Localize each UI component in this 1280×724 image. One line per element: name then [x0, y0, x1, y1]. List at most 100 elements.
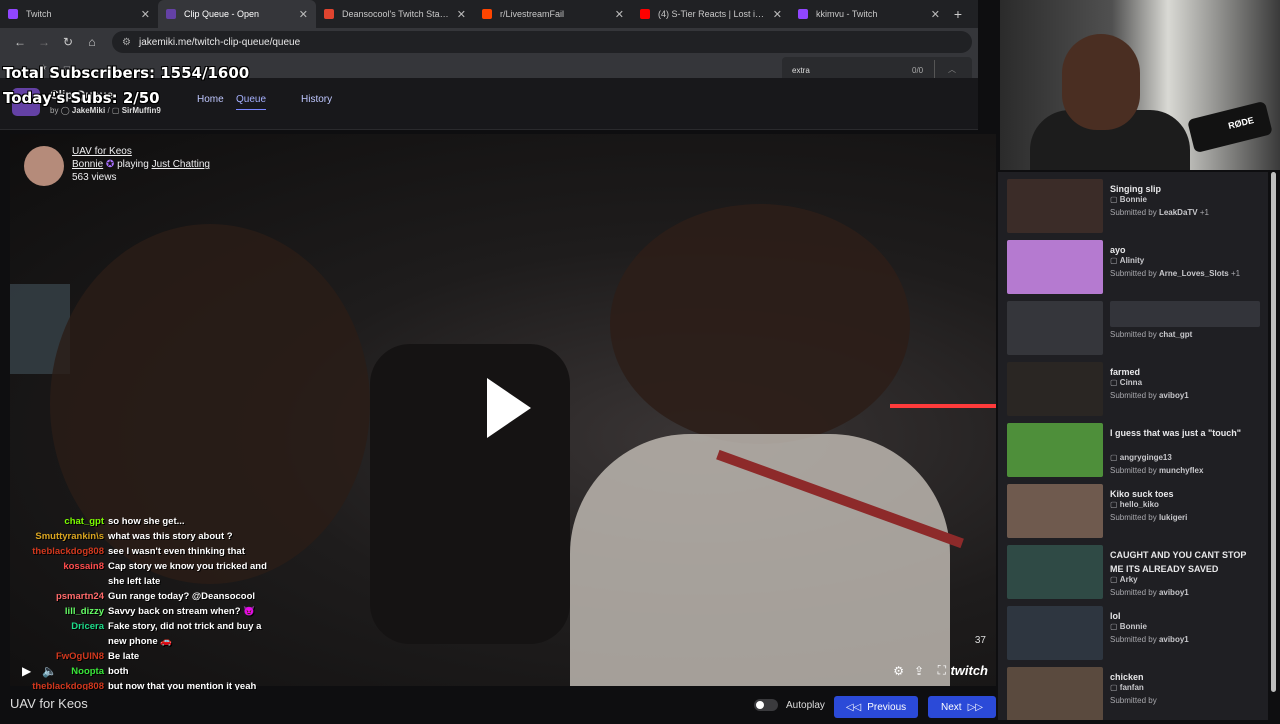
queue-item[interactable]: chicken ▢ fanfan Submitted by — [1007, 667, 1265, 720]
category-link[interactable]: Just Chatting — [152, 159, 210, 170]
submitter-name: lukigeri — [1158, 513, 1188, 522]
tab-title: r/LivestreamFail — [500, 9, 565, 19]
queue-item-streamer-name: fanfan — [1119, 683, 1144, 692]
find-prev-icon[interactable]: ︿ — [948, 64, 956, 75]
close-icon[interactable]: ✕ — [299, 8, 308, 21]
forward-icon[interactable]: → — [32, 35, 56, 49]
submitter-name: Arne_Loves_Slots — [1158, 269, 1229, 278]
queue-item[interactable]: farmed ▢ Cinna Submitted by aviboy1 — [1007, 362, 1265, 418]
queue-item[interactable]: ayo ▢ Alinity Submitted by Arne_Loves_Slot… — [1007, 240, 1265, 296]
home-icon[interactable]: ⌂ — [80, 35, 104, 49]
queue-item-thumbnail[interactable] — [1007, 362, 1103, 416]
site-info-icon[interactable]: ⚙ — [122, 37, 131, 48]
chat-text: Gun range today? @Deansocool — [108, 591, 256, 602]
browser-tab[interactable]: Clip Queue - Open ✕ — [158, 0, 316, 28]
close-icon[interactable]: ✕ — [615, 8, 624, 21]
close-icon[interactable]: ✕ — [141, 8, 150, 21]
video-counter: 37 — [974, 635, 986, 646]
author-link-2[interactable]: SirMuffin9 — [122, 106, 161, 115]
chat-text: both — [108, 666, 129, 677]
queue-item-streamer-name: hello_kiko — [1119, 500, 1159, 509]
find-input[interactable]: extra — [792, 66, 810, 75]
streamer-link[interactable]: Bonnie — [72, 159, 103, 170]
queue-item-title: CAUGHT AND YOU CANT STOP ME ITS ALREADY … — [1110, 550, 1247, 574]
submitted-by-label: Submitted by — [1110, 391, 1157, 400]
chat-bubble-icon: ▢ — [1110, 256, 1118, 265]
clip-title-link[interactable]: UAV for Keos — [72, 146, 132, 157]
play-icon[interactable] — [487, 378, 531, 438]
queue-item[interactable]: lol ▢ Bonnie Submitted by aviboy1 — [1007, 606, 1265, 662]
queue-item-thumbnail[interactable] — [1007, 423, 1103, 477]
queue-item-thumbnail[interactable] — [1007, 606, 1103, 660]
reddit-icon — [482, 9, 492, 19]
autoplay-label: Autoplay — [786, 700, 825, 711]
settings-icon[interactable]: ⚙ — [893, 664, 904, 678]
fullscreen-icon[interactable]: ⛶ — [938, 663, 946, 678]
nav-history[interactable]: History — [301, 94, 332, 105]
chat-message: psmartn24 Gun range today? @Deansocool — [10, 589, 272, 604]
queue-controls: UAV for Keos Autoplay ◁◁ Previous Next ▷… — [0, 690, 1000, 720]
submitted-by-label: Submitted by — [1110, 635, 1157, 644]
queue-item-streamer: ▢ angryginge13 — [1110, 453, 1172, 462]
queue-item[interactable]: Kiko suck toes ▢ hello_kiko Submitted by l… — [1007, 484, 1265, 540]
nav-queue[interactable]: Queue — [236, 94, 267, 110]
chat-bubble-icon: ▢ — [1110, 378, 1118, 387]
browser-tab[interactable]: r/LivestreamFail ✕ — [474, 0, 632, 28]
nav-home[interactable]: Home — [197, 94, 224, 105]
close-icon[interactable]: ✕ — [931, 8, 940, 21]
share-icon[interactable]: ⇪ — [914, 664, 924, 678]
chat-message: theblackdog808 see I wasn't even thinking… — [10, 544, 272, 559]
queue-scrollbar[interactable] — [1268, 172, 1280, 720]
car-seat-shape — [370, 344, 570, 644]
queue-item[interactable]: CAUGHT AND YOU CANT STOP ME ITS ALREADY … — [1007, 545, 1265, 601]
submitter-name: aviboy1 — [1158, 635, 1189, 644]
browser-tab[interactable]: Twitch ✕ — [0, 0, 158, 28]
submitted-by-label: Submitted by — [1110, 330, 1157, 339]
chat-text: Cap story we know you tricked and she le… — [108, 561, 267, 587]
close-icon[interactable]: ✕ — [773, 8, 782, 21]
author-link-1[interactable]: JakeMiki — [72, 106, 105, 115]
previous-label: Previous — [867, 701, 907, 713]
github-icon: ◯ — [60, 106, 70, 115]
scrollbar-thumb[interactable] — [1271, 172, 1276, 692]
new-tab-icon[interactable]: + — [948, 6, 968, 22]
chat-message: Dricera Fake story, did not trick and buy… — [10, 619, 272, 649]
address-bar: ← → ↻ ⌂ ⚙ jakemiki.me/twitch-clip-queue/… — [0, 28, 978, 56]
twitch-icon — [8, 9, 18, 19]
submitted-by-label: Submitted by — [1110, 269, 1157, 278]
url-text: jakemiki.me/twitch-clip-queue/queue — [138, 36, 301, 48]
browser-tab[interactable]: kkimvu - Twitch ✕ — [790, 0, 948, 28]
site-authors: by ◯ JakeMiki / ▢ SirMuffin9 — [50, 106, 161, 115]
current-clip-title: UAV for Keos — [10, 696, 88, 711]
queue-item-placeholder — [1110, 301, 1260, 327]
submitter-name: chat_gpt — [1158, 330, 1193, 339]
queue-item[interactable]: Submitted by chat_gpt — [1007, 301, 1265, 357]
submitter-name: munchyflex — [1158, 466, 1204, 475]
close-icon[interactable]: ✕ — [457, 8, 466, 21]
queue-item-thumbnail[interactable] — [1007, 301, 1103, 355]
queue-item[interactable]: I guess that was just a "touch" ▢ angrygi… — [1007, 423, 1265, 479]
browser-tab[interactable]: Deansocool's Twitch Statistics ✕ — [316, 0, 474, 28]
queue-item-streamer-name: angryginge13 — [1119, 453, 1172, 462]
chat-username: FwOgUIN8 — [55, 651, 104, 662]
browser-tab[interactable]: (4) S-Tier Reacts | Lost in Miami ✕ — [632, 0, 790, 28]
autoplay-toggle[interactable] — [754, 699, 778, 711]
queue-item-thumbnail[interactable] — [1007, 667, 1103, 720]
queue-item-thumbnail[interactable] — [1007, 179, 1103, 233]
reload-icon[interactable]: ↻ — [56, 35, 80, 49]
twitch-logo[interactable]: twitch — [950, 663, 988, 678]
back-icon[interactable]: ← — [8, 35, 32, 49]
chat-message: chat_gpt so how she get... — [10, 514, 272, 529]
queue-item-thumbnail[interactable] — [1007, 484, 1103, 538]
queue-item-streamer: ▢ Cinna — [1110, 378, 1142, 387]
queue-item-thumbnail[interactable] — [1007, 240, 1103, 294]
queue-item[interactable]: Singing slip ▢ Bonnie Submitted by LeakDaT… — [1007, 179, 1265, 235]
next-button[interactable]: Next ▷▷ — [928, 696, 996, 718]
chat-text: what was this story about ? — [108, 531, 233, 542]
url-input[interactable]: ⚙ jakemiki.me/twitch-clip-queue/queue — [112, 31, 972, 53]
queue-item-thumbnail[interactable] — [1007, 545, 1103, 599]
queue-item-submitter: Submitted by aviboy1 — [1110, 391, 1189, 400]
previous-button[interactable]: ◁◁ Previous — [834, 696, 918, 718]
chat-username: kossain8 — [63, 561, 104, 572]
chat-message: FwOgUIN8 Be late — [10, 649, 272, 664]
